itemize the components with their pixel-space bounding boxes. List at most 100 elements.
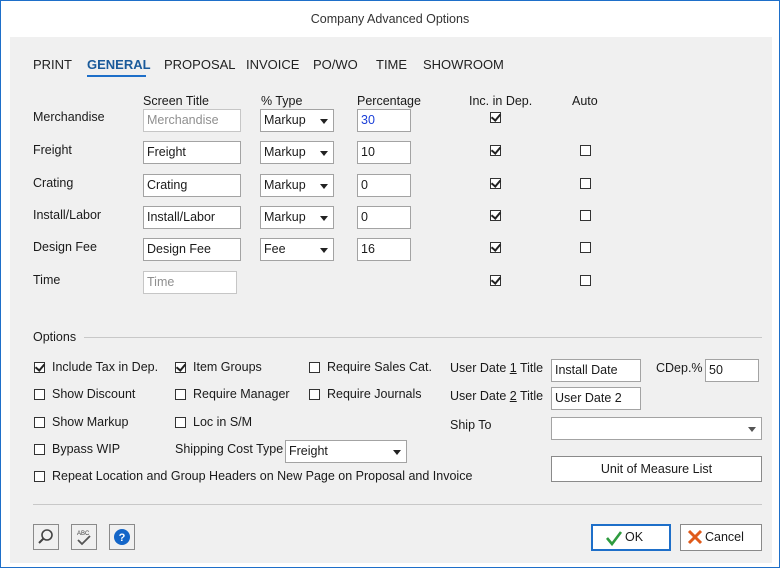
row-label-merchandise: Merchandise — [33, 110, 105, 124]
checkmark-icon — [606, 531, 623, 547]
time-auto-checkbox[interactable] — [580, 275, 591, 286]
svg-text:?: ? — [119, 532, 126, 544]
chevron-down-icon — [320, 184, 328, 189]
require-manager-label: Require Manager — [193, 387, 290, 401]
options-heading: Options — [33, 330, 77, 344]
shipping-cost-type-value: Freight — [289, 444, 328, 458]
ship-to-select[interactable] — [551, 417, 762, 440]
chevron-down-icon — [320, 151, 328, 156]
tab-po-wo[interactable]: PO/WO — [313, 57, 358, 72]
tab-proposal[interactable]: PROPOSAL — [164, 57, 236, 72]
shipping-cost-type-select[interactable]: Freight — [285, 440, 407, 463]
cdep-input[interactable]: 50 — [705, 359, 759, 382]
dialog-window: Company Advanced Options PRINT GENERAL P… — [0, 0, 780, 568]
ok-button[interactable]: OK — [591, 524, 671, 551]
search-icon — [38, 529, 53, 544]
install-labor-type-value: Markup — [264, 210, 306, 224]
user-date-2-label-key: 2 — [509, 389, 517, 403]
merchandise-title-input[interactable]: Merchandise — [143, 109, 241, 132]
row-label-design-fee: Design Fee — [33, 240, 97, 254]
install-labor-percentage-input[interactable]: 0 — [357, 206, 411, 229]
require-journals-label: Require Journals — [327, 387, 422, 401]
design-fee-percentage-input[interactable]: 16 — [357, 238, 411, 261]
column-header-inc-in-dep: Inc. in Dep. — [469, 94, 533, 108]
ship-to-label: Ship To — [450, 418, 492, 432]
column-header-screen-title: Screen Title — [143, 94, 210, 108]
spellcheck-icon: ABC — [77, 531, 91, 546]
chevron-down-icon — [393, 450, 401, 455]
install-labor-type-select[interactable]: Markup — [260, 206, 334, 229]
design-fee-type-select[interactable]: Fee — [260, 238, 334, 261]
bypass-wip-label: Bypass WIP — [52, 442, 121, 456]
crating-auto-checkbox[interactable] — [580, 178, 591, 189]
cancel-button[interactable]: Cancel — [680, 524, 762, 551]
design-fee-type-value: Fee — [264, 242, 286, 256]
require-journals-checkbox[interactable] — [309, 389, 320, 400]
install-labor-auto-checkbox[interactable] — [580, 210, 591, 221]
user-date-1-input[interactable]: Install Date — [551, 359, 641, 382]
svg-text:ABC: ABC — [77, 531, 90, 537]
crating-inc-in-dep-checkbox[interactable] — [490, 178, 501, 189]
user-date-1-label: User Date 1 Title — [450, 361, 543, 375]
chevron-down-icon — [320, 216, 328, 221]
crating-percentage-input[interactable]: 0 — [357, 174, 411, 197]
freight-inc-in-dep-checkbox[interactable] — [490, 145, 501, 156]
tab-showroom[interactable]: SHOWROOM — [423, 57, 504, 72]
tab-print[interactable]: PRINT — [33, 57, 72, 72]
row-label-crating: Crating — [33, 176, 74, 190]
design-fee-title-input[interactable]: Design Fee — [143, 238, 241, 261]
loc-in-sm-checkbox[interactable] — [175, 417, 186, 428]
require-manager-checkbox[interactable] — [175, 389, 186, 400]
crating-type-select[interactable]: Markup — [260, 174, 334, 197]
user-date-2-label-pre: User Date — [450, 389, 510, 403]
show-markup-checkbox[interactable] — [34, 417, 45, 428]
merchandise-type-value: Markup — [264, 113, 306, 127]
user-date-2-input[interactable]: User Date 2 — [551, 387, 641, 410]
tab-general[interactable]: GENERAL — [87, 57, 151, 72]
footer-divider — [33, 504, 762, 505]
item-groups-checkbox[interactable] — [175, 362, 186, 373]
help-icon: ? — [114, 529, 130, 545]
spellcheck-button[interactable]: ABC — [71, 524, 97, 550]
freight-title-input[interactable]: Freight — [143, 141, 241, 164]
search-button[interactable] — [33, 524, 59, 550]
row-label-time: Time — [33, 273, 61, 287]
crating-title-input[interactable]: Crating — [143, 174, 241, 197]
column-header-type: % Type — [261, 94, 303, 108]
freight-type-select[interactable]: Markup — [260, 141, 334, 164]
shipping-cost-type-label: Shipping Cost Type — [175, 442, 284, 456]
merchandise-percentage-input[interactable]: 30 — [357, 109, 411, 132]
show-discount-label: Show Discount — [52, 387, 136, 401]
time-title-input[interactable]: Time — [143, 271, 237, 294]
design-fee-inc-in-dep-checkbox[interactable] — [490, 242, 501, 253]
loc-in-sm-label: Loc in S/M — [193, 415, 253, 429]
show-discount-checkbox[interactable] — [34, 389, 45, 400]
require-sales-cat-label: Require Sales Cat. — [327, 360, 432, 374]
chevron-down-icon — [320, 248, 328, 253]
row-label-install-labor: Install/Labor — [33, 208, 102, 222]
user-date-1-label-pre: User Date — [450, 361, 510, 375]
close-icon — [687, 529, 703, 545]
tab-time[interactable]: TIME — [376, 57, 407, 72]
cancel-label: Cancel — [705, 530, 744, 544]
freight-type-value: Markup — [264, 145, 306, 159]
bypass-wip-checkbox[interactable] — [34, 444, 45, 455]
freight-percentage-input[interactable]: 10 — [357, 141, 411, 164]
column-header-percentage: Percentage — [357, 94, 421, 108]
time-inc-in-dep-checkbox[interactable] — [490, 275, 501, 286]
merchandise-type-select[interactable]: Markup — [260, 109, 334, 132]
design-fee-auto-checkbox[interactable] — [580, 242, 591, 253]
require-sales-cat-checkbox[interactable] — [309, 362, 320, 373]
freight-auto-checkbox[interactable] — [580, 145, 591, 156]
include-tax-in-dep-checkbox[interactable] — [34, 362, 45, 373]
install-labor-inc-in-dep-checkbox[interactable] — [490, 210, 501, 221]
show-markup-label: Show Markup — [52, 415, 129, 429]
tab-invoice[interactable]: INVOICE — [246, 57, 299, 72]
merchandise-inc-in-dep-checkbox[interactable] — [490, 112, 501, 123]
install-labor-title-input[interactable]: Install/Labor — [143, 206, 241, 229]
repeat-headers-checkbox[interactable] — [34, 471, 45, 482]
options-divider — [84, 337, 762, 338]
help-button[interactable]: ? — [109, 524, 135, 550]
unit-of-measure-list-button[interactable]: Unit of Measure List — [551, 456, 762, 482]
include-tax-in-dep-label: Include Tax in Dep. — [52, 360, 159, 374]
